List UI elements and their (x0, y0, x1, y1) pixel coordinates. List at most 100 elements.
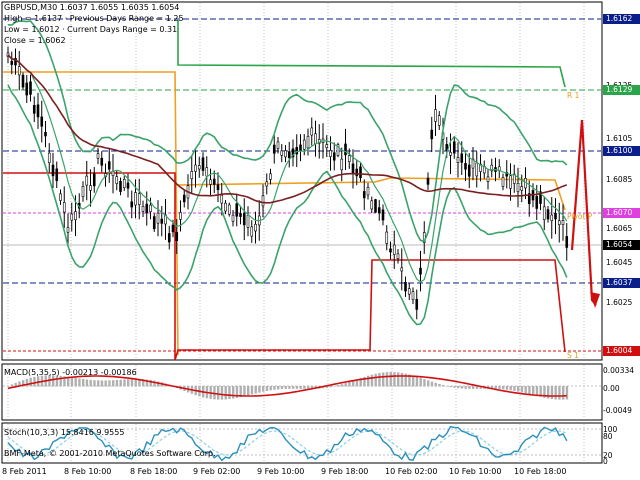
candle-body (205, 167, 209, 177)
macd-histogram-bar (513, 386, 516, 391)
macd-histogram-bar (412, 375, 415, 387)
macd-histogram-bar (498, 386, 501, 390)
macd-histogram-bar (554, 386, 557, 400)
moving-average (7, 54, 568, 204)
candle-body (70, 213, 74, 221)
candle-body (509, 175, 512, 189)
candle-body (134, 192, 137, 206)
candle-body (381, 209, 385, 221)
time-axis-label: 9 Feb 02:00 (193, 467, 241, 476)
macd-histogram-bar (340, 384, 344, 387)
price-chart[interactable] (0, 0, 640, 480)
candle-body (359, 166, 362, 179)
macd-histogram-bar (329, 386, 332, 388)
time-axis-label: 9 Feb 10:00 (257, 467, 305, 476)
candle-body (25, 82, 29, 96)
candle-body (456, 157, 460, 163)
candle-body (92, 173, 96, 187)
macd-histogram-bar (123, 379, 126, 387)
macd-histogram-bar (565, 386, 569, 400)
candle-body (111, 171, 115, 176)
candle-body (396, 253, 400, 259)
macd-histogram-bar (460, 386, 464, 389)
s1-tag: S 1 (567, 351, 579, 360)
price-tag-bid: 1.6054 (603, 240, 640, 250)
macd-histogram-bar (430, 381, 434, 387)
macd-histogram-bar (374, 373, 377, 387)
candle-body (197, 165, 201, 170)
macd-histogram-bar (389, 372, 392, 387)
candle-body (130, 201, 134, 208)
candle-body (145, 203, 149, 214)
candle-body (47, 152, 51, 163)
macd-histogram-bar (277, 386, 280, 390)
price-tag-r1: 1.6129 (603, 85, 640, 95)
macd-histogram-bar (112, 380, 115, 387)
macd-axis-label: 0.00 (603, 384, 620, 393)
candle-body (190, 171, 194, 180)
macd-histogram-bar (303, 386, 306, 389)
candle-body (411, 291, 415, 300)
candle-body (561, 220, 565, 225)
macd-histogram-bar (415, 376, 419, 387)
macd-histogram-bar (130, 379, 134, 387)
price-tag-level: 1.6100 (603, 146, 640, 156)
symbol-ohlc-readout: GBPUSD,M30 1.6037 1.6055 1.6035 1.6054 (4, 3, 179, 13)
macd-histogram-bar (55, 375, 59, 387)
candle-body (276, 141, 280, 149)
macd-histogram-bar (397, 372, 400, 387)
candle-body (201, 157, 205, 171)
candle-body (430, 129, 434, 140)
candle-body (460, 153, 464, 163)
candle-body (51, 164, 55, 177)
candle-body (407, 288, 411, 295)
macd-histogram-bar (258, 386, 261, 393)
candle-body (467, 164, 471, 177)
candle-body (486, 176, 490, 182)
candle-body (557, 220, 561, 225)
candle-body (355, 168, 359, 177)
candle-body (284, 150, 287, 158)
candle-body (280, 150, 284, 156)
candle-body (29, 81, 32, 95)
candle-body (149, 204, 152, 212)
ohlc-values: 1.6037 1.6055 1.6035 1.6054 (59, 3, 180, 12)
price-tag-s1: 1.6004 (603, 346, 640, 356)
candle-body (362, 191, 366, 199)
price-axis-label: 1.6085 (606, 175, 633, 184)
candle-body (152, 216, 156, 230)
candle-body (344, 143, 347, 156)
macd-histogram-bar (217, 386, 220, 400)
macd-histogram-bar (85, 379, 89, 387)
macd-histogram-bar (520, 386, 524, 393)
candle-body (66, 227, 70, 233)
macd-histogram-bar (262, 386, 265, 392)
macd-histogram-bar (378, 373, 381, 387)
symbol-label: GBPUSD,M30 (4, 3, 58, 12)
macd-histogram-bar (100, 380, 104, 387)
macd-histogram-bar (344, 383, 347, 387)
price-axis-label: 1.6065 (606, 224, 633, 233)
candle-body (96, 153, 100, 159)
macd-histogram-bar (445, 385, 449, 387)
candle-body (224, 202, 227, 212)
candle-body (415, 299, 419, 310)
time-axis-label: 10 Feb 10:00 (449, 467, 502, 476)
macd-histogram-bar (517, 386, 520, 392)
macd-histogram-bar (434, 382, 437, 387)
candle-body (265, 181, 269, 187)
macd-histogram-bar (273, 386, 276, 390)
candle-body (306, 135, 310, 149)
macd-histogram-bar (74, 377, 77, 387)
candle-body (156, 212, 160, 224)
pivot-tag: Pivot P (567, 212, 593, 221)
candle-body (314, 133, 317, 144)
candle-body (516, 183, 520, 192)
macd-histogram-bar (33, 376, 36, 387)
bollinger-lower (7, 84, 568, 326)
candle-body (10, 60, 14, 65)
macd-histogram-bar (427, 380, 430, 387)
macd-histogram-bar (220, 386, 224, 400)
stoch-label: Stoch(10,3,3) 15.8416 9.9555 (4, 428, 125, 437)
macd-label: MACD(5,35,5) -0.00213 -0.00186 (4, 368, 137, 377)
